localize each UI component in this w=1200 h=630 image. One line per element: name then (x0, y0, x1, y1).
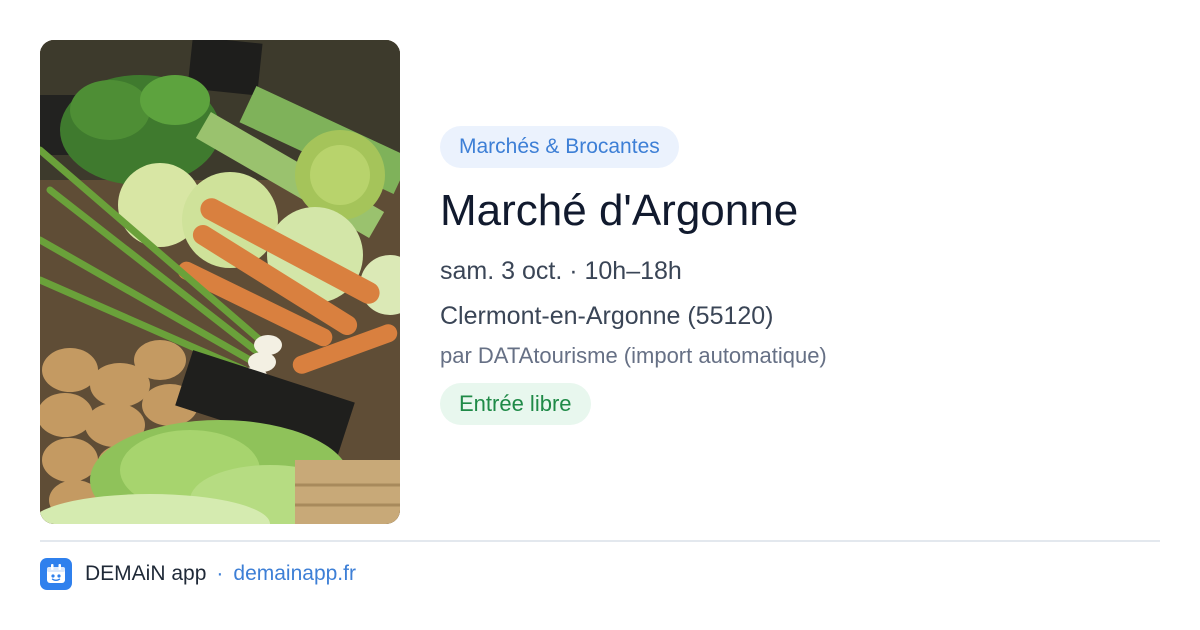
footer-separator: · (216, 562, 224, 585)
site-link[interactable]: demainapp.fr (233, 562, 356, 586)
event-card[interactable]: Marchés & Brocantes Marché d'Argonne sam… (40, 40, 1160, 524)
event-title: Marché d'Argonne (440, 186, 799, 235)
event-source: par DATAtourisme (import automatique) (440, 343, 827, 368)
footer: DEMAiN app · demainapp.fr (40, 558, 356, 590)
event-datetime: sam. 3 oct. · 10h–18h (440, 257, 682, 285)
category-badge[interactable]: Marchés & Brocantes (440, 126, 679, 168)
admission-badge: Entrée libre (440, 383, 591, 425)
event-location: Clermont-en-Argonne (55120) (440, 302, 774, 330)
footer-divider (40, 540, 1160, 542)
calendar-icon (40, 558, 72, 590)
event-info: Marchés & Brocantes Marché d'Argonne sam… (440, 126, 1140, 425)
event-photo (40, 40, 400, 524)
app-name: DEMAiN app (85, 562, 207, 585)
